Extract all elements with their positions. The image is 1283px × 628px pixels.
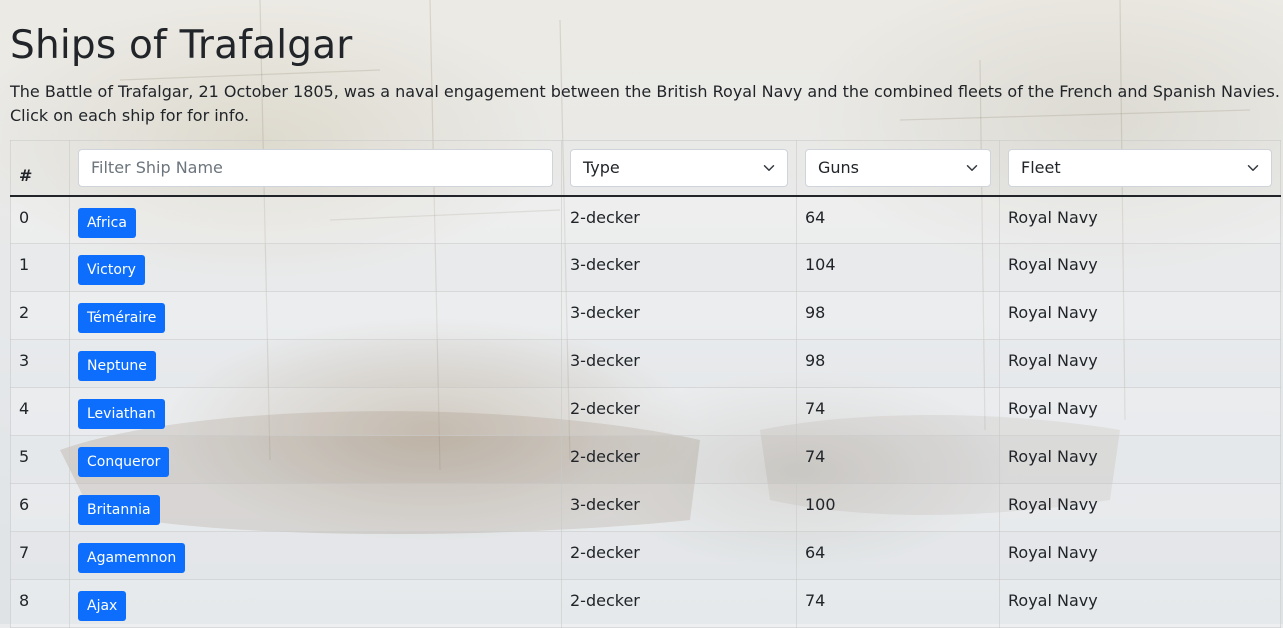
ship-button[interactable]: Conqueror [78, 447, 170, 477]
ship-name-cell: Neptune [69, 339, 562, 388]
ship-guns: 100 [796, 483, 1000, 532]
ship-guns: 98 [796, 291, 1000, 340]
type-select[interactable]: Type [570, 148, 788, 187]
row-number: 0 [10, 195, 70, 244]
ship-fleet: Royal Navy [999, 579, 1281, 628]
guns-select-label: Guns [818, 158, 860, 178]
ship-fleet: Royal Navy [999, 483, 1281, 532]
table-row: 0 Africa 2-decker 64 Royal Navy [10, 195, 1281, 244]
ship-guns: 104 [796, 243, 1000, 292]
ship-fleet: Royal Navy [999, 531, 1281, 580]
ship-button[interactable]: Neptune [78, 351, 156, 381]
table-row: 1 Victory 3-decker 104 Royal Navy [10, 243, 1281, 292]
type-select-label: Type [583, 158, 620, 178]
table-row: 5 Conqueror 2-decker 74 Royal Navy [10, 435, 1281, 484]
ship-name-cell: Africa [69, 195, 562, 244]
ship-name-cell: Britannia [69, 483, 562, 532]
fleet-select-label: Fleet [1021, 158, 1061, 178]
ship-type: 2-decker [561, 387, 797, 436]
row-number: 5 [10, 435, 70, 484]
ship-guns: 64 [796, 195, 1000, 244]
table-row: 4 Leviathan 2-decker 74 Royal Navy [10, 387, 1281, 436]
fleet-filter-cell: Fleet [999, 140, 1281, 197]
ship-button[interactable]: Ajax [78, 591, 127, 621]
table-row: 8 Ajax 2-decker 74 Royal Navy [10, 579, 1281, 628]
guns-select[interactable]: Guns [805, 148, 991, 187]
ship-button[interactable]: Agamemnon [78, 543, 186, 573]
ship-fleet: Royal Navy [999, 387, 1281, 436]
row-number: 3 [10, 339, 70, 388]
ship-name-cell: Victory [69, 243, 562, 292]
row-number: 6 [10, 483, 70, 532]
column-header-number: # [10, 140, 70, 197]
ship-fleet: Royal Navy [999, 195, 1281, 244]
table-row: 2 Téméraire 3-decker 98 Royal Navy [10, 291, 1281, 340]
ship-type: 2-decker [561, 531, 797, 580]
table-row: 7 Agamemnon 2-decker 64 Royal Navy [10, 531, 1281, 580]
ship-name-cell: Ajax [69, 579, 562, 628]
ship-guns: 74 [796, 435, 1000, 484]
fleet-select[interactable]: Fleet [1008, 148, 1272, 187]
ship-name-cell: Leviathan [69, 387, 562, 436]
table-header-row: # Type Guns [10, 140, 1281, 197]
ship-fleet: Royal Navy [999, 291, 1281, 340]
ship-guns: 64 [796, 531, 1000, 580]
ship-type: 2-decker [561, 579, 797, 628]
chevron-down-icon [1247, 164, 1259, 171]
ship-type: 3-decker [561, 243, 797, 292]
type-filter-cell: Type [561, 140, 797, 197]
ship-name-cell: Agamemnon [69, 531, 562, 580]
table-row: 6 Britannia 3-decker 100 Royal Navy [10, 483, 1281, 532]
ship-guns: 74 [796, 387, 1000, 436]
row-number: 1 [10, 243, 70, 292]
ship-button[interactable]: Victory [78, 255, 145, 285]
ship-fleet: Royal Navy [999, 435, 1281, 484]
ship-type: 2-decker [561, 435, 797, 484]
ship-guns: 74 [796, 579, 1000, 628]
ship-fleet: Royal Navy [999, 339, 1281, 388]
ship-type: 3-decker [561, 483, 797, 532]
row-number: 7 [10, 531, 70, 580]
ship-name-cell: Conqueror [69, 435, 562, 484]
ship-button[interactable]: Leviathan [78, 399, 165, 429]
ship-button[interactable]: Africa [78, 207, 136, 238]
ship-name-cell: Téméraire [69, 291, 562, 340]
filter-cell [69, 140, 562, 197]
intro-text: The Battle of Trafalgar, 21 October 1805… [10, 82, 1280, 125]
ships-table: # Type Guns [10, 140, 1281, 628]
ship-type: 3-decker [561, 291, 797, 340]
page-title: Ships of Trafalgar [10, 23, 353, 68]
ship-type: 3-decker [561, 339, 797, 388]
table-row: 3 Neptune 3-decker 98 Royal Navy [10, 339, 1281, 388]
filter-ship-name-input[interactable] [78, 148, 553, 187]
ship-fleet: Royal Navy [999, 243, 1281, 292]
ship-guns: 98 [796, 339, 1000, 388]
ship-button[interactable]: Téméraire [78, 303, 166, 333]
row-number: 8 [10, 579, 70, 628]
ship-type: 2-decker [561, 195, 797, 244]
guns-filter-cell: Guns [796, 140, 1000, 197]
row-number: 2 [10, 291, 70, 340]
chevron-down-icon [966, 164, 978, 171]
chevron-down-icon [763, 164, 775, 171]
ship-button[interactable]: Britannia [78, 495, 160, 525]
row-number: 4 [10, 387, 70, 436]
